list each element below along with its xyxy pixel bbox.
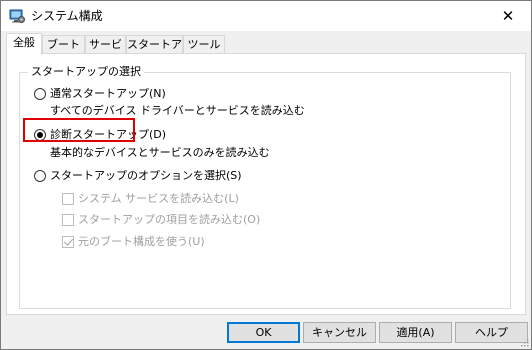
apply-button[interactable]: 適用(A) — [379, 322, 452, 343]
load-system-services-checkbox[interactable]: システム サービスを読み込む(L) — [62, 192, 239, 206]
diagnostic-startup-description: 基本的なデバイスとサービスのみを読み込む — [50, 146, 270, 159]
checkbox-box-checked — [62, 236, 74, 248]
checkbox-box — [62, 214, 74, 226]
normal-startup-radio[interactable]: 通常スタートアップ(N) — [34, 87, 166, 101]
cancel-button[interactable]: キャンセル — [303, 322, 376, 343]
tab-general[interactable]: 全般 — [6, 33, 42, 55]
normal-startup-description: すべてのデバイス ドライバーとサービスを読み込む — [50, 104, 305, 117]
system-configuration-window: システム構成 ✕ 全般 ブート サービス スタートアップ ツール スタートアップ… — [0, 0, 532, 350]
tab-boot[interactable]: ブート — [42, 35, 85, 54]
window-title: システム構成 — [31, 9, 103, 23]
radio-indicator — [34, 88, 46, 100]
normal-startup-label: 通常スタートアップ(N) — [50, 87, 166, 100]
load-startup-items-label: スタートアップの項目を読み込む(O) — [78, 213, 261, 226]
msconfig-icon — [9, 8, 25, 24]
use-original-boot-config-label: 元のブート構成を使う(U) — [78, 235, 205, 248]
title-bar: システム構成 ✕ — [1, 1, 531, 31]
help-button[interactable]: ヘルプ — [455, 322, 528, 343]
diagnostic-highlight-box — [23, 118, 135, 142]
close-button[interactable]: ✕ — [485, 1, 531, 31]
resize-grip-icon[interactable] — [519, 337, 529, 347]
tab-tools[interactable]: ツール — [183, 35, 225, 54]
radio-indicator — [34, 170, 46, 182]
tab-services[interactable]: サービス — [85, 35, 126, 68]
selective-startup-radio[interactable]: スタートアップのオプションを選択(S) — [34, 169, 242, 183]
general-tab-panel: スタートアップの選択 通常スタートアップ(N) すべてのデバイス ドライバーとサ… — [6, 53, 526, 315]
load-startup-items-checkbox[interactable]: スタートアップの項目を読み込む(O) — [62, 213, 260, 227]
tab-startup[interactable]: スタートアップ — [126, 35, 183, 68]
checkbox-box — [62, 193, 74, 205]
startup-selection-group: スタートアップの選択 通常スタートアップ(N) すべてのデバイス ドライバーとサ… — [19, 65, 511, 309]
group-label: スタートアップの選択 — [28, 65, 144, 79]
selective-startup-label: スタートアップのオプションを選択(S) — [50, 169, 242, 182]
close-icon: ✕ — [501, 7, 515, 25]
ok-button[interactable]: OK — [227, 322, 300, 343]
load-system-services-label: システム サービスを読み込む(L) — [78, 192, 239, 205]
use-original-boot-config-checkbox[interactable]: 元のブート構成を使う(U) — [62, 235, 205, 249]
